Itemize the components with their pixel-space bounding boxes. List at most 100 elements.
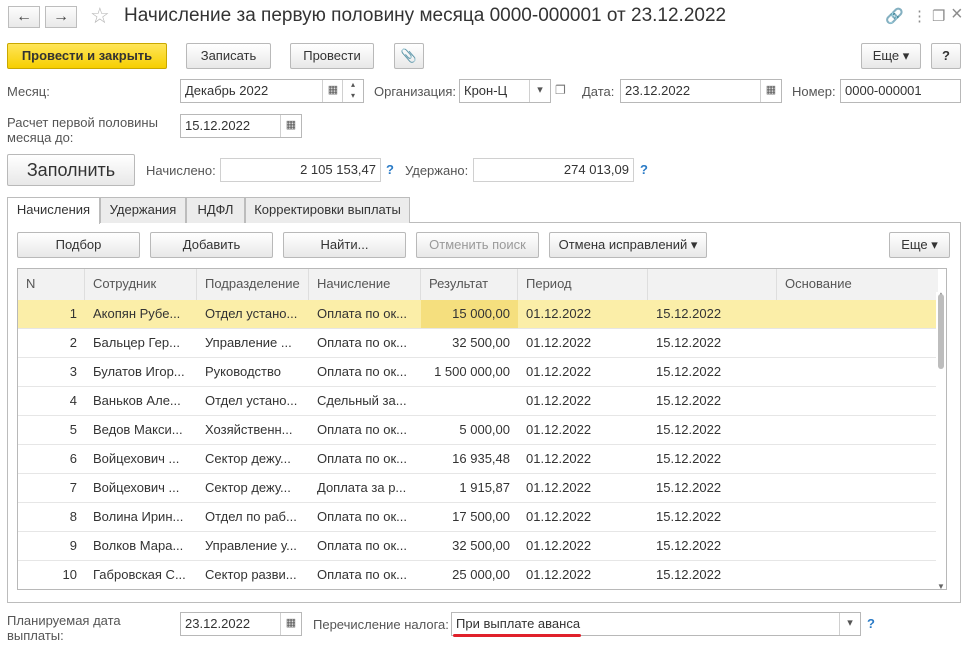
cell-basis[interactable] <box>777 445 938 473</box>
cell-employee[interactable]: Габровская С... <box>85 561 197 589</box>
accrued-help-icon[interactable]: ? <box>386 162 394 177</box>
table-row[interactable]: 1 Акопян Рубе... Отдел устано... Оплата по … <box>18 300 936 329</box>
cell-period-end[interactable]: 15.12.2022 <box>648 561 777 589</box>
cancel-corrections-button[interactable]: Отмена исправлений ▾ <box>549 232 707 258</box>
month-spin-icon[interactable]: ▴ ▾ <box>342 80 363 102</box>
cell-accrual[interactable]: Оплата по ок... <box>309 300 421 328</box>
cell-result[interactable]: 32 500,00 <box>421 329 518 357</box>
cell-n[interactable]: 3 <box>18 358 85 386</box>
cell-employee[interactable]: Волина Ирин... <box>85 503 197 531</box>
chevron-down-icon[interactable]: ▾ <box>529 80 550 102</box>
cell-accrual[interactable]: Оплата по ок... <box>309 532 421 560</box>
cell-result[interactable]: 1 915,87 <box>421 474 518 502</box>
tax-help-icon[interactable]: ? <box>867 616 875 631</box>
table-scrollbar[interactable]: ▲ ▼ <box>936 290 946 589</box>
select-button[interactable]: Подбор <box>17 232 140 258</box>
table-more-button[interactable]: Еще ▾ <box>889 232 950 258</box>
cell-result[interactable]: 15 000,00 <box>421 300 518 328</box>
cell-accrual[interactable]: Сдельный за... <box>309 387 421 415</box>
cell-n[interactable]: 4 <box>18 387 85 415</box>
cell-period-start[interactable]: 01.12.2022 <box>518 329 648 357</box>
table-row[interactable]: 3 Булатов Игор... Руководство Оплата по ок.… <box>18 358 936 387</box>
cell-n[interactable]: 6 <box>18 445 85 473</box>
cell-department[interactable]: Управление ... <box>197 329 309 357</box>
calendar-icon[interactable]: ▦ <box>322 80 343 102</box>
cell-period-end[interactable]: 15.12.2022 <box>648 474 777 502</box>
cell-period-end[interactable]: 15.12.2022 <box>648 445 777 473</box>
cell-n[interactable]: 10 <box>18 561 85 589</box>
cell-period-start[interactable]: 01.12.2022 <box>518 474 648 502</box>
cell-employee[interactable]: Волков Мара... <box>85 532 197 560</box>
cell-n[interactable]: 1 <box>18 300 85 328</box>
cell-employee[interactable]: Акопян Рубе... <box>85 300 197 328</box>
cell-accrual[interactable]: Доплата за р... <box>309 474 421 502</box>
cell-department[interactable]: Отдел устано... <box>197 300 309 328</box>
cell-employee[interactable]: Булатов Игор... <box>85 358 197 386</box>
restore-window-icon[interactable]: ❐ <box>932 7 945 25</box>
table-row[interactable]: 10 Габровская С... Сектор разви... Оплата п… <box>18 561 936 589</box>
accruals-table[interactable]: N Сотрудник Подразделение Начисление Рез… <box>17 268 947 590</box>
cell-employee[interactable]: Ведов Макси... <box>85 416 197 444</box>
cell-accrual[interactable]: Оплата по ок... <box>309 503 421 531</box>
table-row[interactable]: 6 Войцехович ... Сектор дежу... Оплата по о… <box>18 445 936 474</box>
withheld-help-icon[interactable]: ? <box>640 162 648 177</box>
more-menu-button[interactable]: Еще ▾ <box>861 43 921 69</box>
cell-basis[interactable] <box>777 416 938 444</box>
table-row[interactable]: 7 Войцехович ... Сектор дежу... Доплата за … <box>18 474 936 503</box>
cell-department[interactable]: Отдел устано... <box>197 387 309 415</box>
calc-until-field[interactable]: 15.12.2022 ▦ <box>180 114 302 138</box>
month-field[interactable]: Декабрь 2022 ▦ ▴ ▾ <box>180 79 364 103</box>
fill-button[interactable]: Заполнить <box>7 154 135 186</box>
cell-period-end[interactable]: 15.12.2022 <box>648 532 777 560</box>
tab-payment-corrections[interactable]: Корректировки выплаты <box>245 197 410 223</box>
cell-n[interactable]: 2 <box>18 329 85 357</box>
chevron-down-icon[interactable]: ▾ <box>839 613 860 635</box>
col-employee[interactable]: Сотрудник <box>85 269 197 300</box>
cell-period-end[interactable]: 15.12.2022 <box>648 329 777 357</box>
cell-result[interactable]: 25 000,00 <box>421 561 518 589</box>
cell-department[interactable]: Сектор дежу... <box>197 474 309 502</box>
close-icon[interactable]: × <box>951 3 963 26</box>
cell-basis[interactable] <box>777 503 938 531</box>
cell-period-start[interactable]: 01.12.2022 <box>518 445 648 473</box>
find-button[interactable]: Найти... <box>283 232 406 258</box>
scroll-down-icon[interactable]: ▼ <box>936 582 946 589</box>
cell-accrual[interactable]: Оплата по ок... <box>309 358 421 386</box>
cell-department[interactable]: Хозяйственн... <box>197 416 309 444</box>
cell-basis[interactable] <box>777 474 938 502</box>
table-row[interactable]: 8 Волина Ирин... Отдел по раб... Оплата по … <box>18 503 936 532</box>
attach-paperclip-icon[interactable]: 📎 <box>394 43 424 69</box>
cell-period-end[interactable]: 15.12.2022 <box>648 300 777 328</box>
col-result[interactable]: Результат <box>421 269 518 300</box>
help-button[interactable]: ? <box>931 43 961 69</box>
number-field[interactable]: 0000-000001 <box>840 79 961 103</box>
calendar-icon[interactable]: ▦ <box>280 613 301 635</box>
cell-period-start[interactable]: 01.12.2022 <box>518 300 648 328</box>
table-row[interactable]: 9 Волков Мара... Управление у... Оплата по … <box>18 532 936 561</box>
cell-employee[interactable]: Ваньков Але... <box>85 387 197 415</box>
save-button[interactable]: Записать <box>186 43 271 69</box>
cell-result[interactable]: 16 935,48 <box>421 445 518 473</box>
tab-ndfl[interactable]: НДФЛ <box>186 197 245 223</box>
calendar-icon[interactable]: ▦ <box>280 115 301 137</box>
cell-department[interactable]: Руководство <box>197 358 309 386</box>
col-department[interactable]: Подразделение <box>197 269 309 300</box>
date-field[interactable]: 23.12.2022 ▦ <box>620 79 782 103</box>
tab-deductions[interactable]: Удержания <box>100 197 186 223</box>
table-row[interactable]: 2 Бальцер Гер... Управление ... Оплата по о… <box>18 329 936 358</box>
cell-period-start[interactable]: 01.12.2022 <box>518 387 648 415</box>
table-row[interactable]: 4 Ваньков Але... Отдел устано... Сдельный з… <box>18 387 936 416</box>
cell-period-end[interactable]: 15.12.2022 <box>648 358 777 386</box>
tax-transfer-field[interactable]: При выплате аванса ▾ <box>451 612 861 636</box>
col-period-end[interactable] <box>648 269 777 300</box>
cell-department[interactable]: Сектор дежу... <box>197 445 309 473</box>
cell-result[interactable]: 32 500,00 <box>421 532 518 560</box>
cell-accrual[interactable]: Оплата по ок... <box>309 445 421 473</box>
cell-employee[interactable]: Бальцер Гер... <box>85 329 197 357</box>
scrollbar-thumb[interactable] <box>938 294 944 369</box>
cell-basis[interactable] <box>777 329 938 357</box>
cell-n[interactable]: 5 <box>18 416 85 444</box>
cell-result[interactable]: 1 500 000,00 <box>421 358 518 386</box>
cell-accrual[interactable]: Оплата по ок... <box>309 416 421 444</box>
cell-basis[interactable] <box>777 387 938 415</box>
